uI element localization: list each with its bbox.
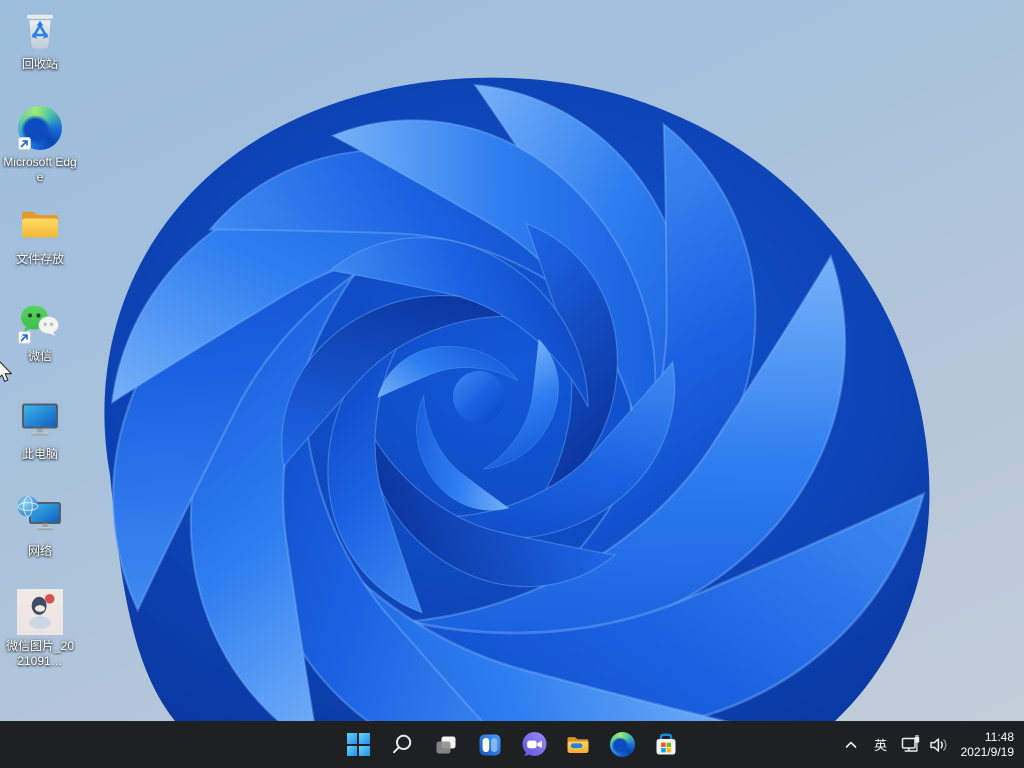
system-tray: 英 11:48 2021/9/19: [836, 721, 1024, 768]
widgets-button[interactable]: [468, 725, 512, 765]
network-icon: [16, 493, 64, 541]
recycle-bin-icon: [17, 7, 63, 53]
file-explorer-icon: [565, 732, 591, 758]
chat-button[interactable]: [512, 725, 556, 765]
icon-label-edge: Microsoft Edge: [3, 155, 77, 185]
desktop-icon-file-storage[interactable]: 文件存放: [1, 201, 79, 267]
ethernet-network-icon: [900, 734, 923, 756]
desktop-icon-network[interactable]: 网络: [1, 493, 79, 559]
image-thumbnail: [17, 589, 63, 635]
store-button[interactable]: [644, 725, 688, 765]
this-pc-icon: [16, 396, 64, 444]
windows-logo-icon: [347, 733, 370, 756]
chevron-up-icon: [843, 737, 859, 753]
taskbar-center-group: [336, 721, 688, 768]
edge-icon: [610, 732, 635, 757]
task-view-icon: [434, 733, 458, 757]
tray-overflow-button[interactable]: [836, 726, 866, 764]
clock-time: 11:48: [961, 730, 1014, 745]
search-button[interactable]: [380, 725, 424, 765]
ime-indicator[interactable]: 英: [866, 726, 896, 764]
icon-label-this-pc: 此电脑: [22, 447, 58, 462]
network-volume-button[interactable]: [896, 726, 955, 764]
shortcut-arrow-icon: [18, 331, 31, 344]
clock-date: 2021/9/19: [961, 745, 1014, 760]
start-button[interactable]: [336, 725, 380, 765]
icon-label-network: 网络: [28, 544, 52, 559]
edge-button[interactable]: [600, 725, 644, 765]
shortcut-arrow-icon: [18, 137, 31, 150]
taskbar: 英 11:48 2021/9/19: [0, 721, 1024, 768]
icon-label-wechat-image: 微信图片_2021091…: [3, 639, 77, 669]
clock[interactable]: 11:48 2021/9/19: [955, 726, 1024, 764]
store-icon: [653, 732, 679, 758]
desktop-wallpaper: 回收站 Microsoft Edge 文件存放: [0, 0, 1024, 768]
desktop-icon-microsoft-edge[interactable]: Microsoft Edge: [1, 104, 79, 185]
desktop-icon-wechat[interactable]: 微信: [1, 298, 79, 364]
folder-icon: [16, 201, 64, 249]
ime-language-label: 英: [866, 735, 896, 754]
widgets-icon: [478, 733, 502, 757]
icon-label-recycle-bin: 回收站: [22, 57, 58, 72]
icon-label-wechat: 微信: [28, 349, 52, 364]
chat-icon: [521, 731, 548, 758]
icon-label-file-storage: 文件存放: [16, 252, 64, 267]
desktop-icon-recycle-bin[interactable]: 回收站: [1, 6, 79, 72]
desktop-icon-wechat-image[interactable]: 微信图片_2021091…: [1, 588, 79, 669]
task-view-button[interactable]: [424, 725, 468, 765]
bloom-wallpaper-graphic: [0, 0, 1024, 768]
search-icon: [390, 733, 414, 757]
file-explorer-button[interactable]: [556, 725, 600, 765]
volume-icon: [928, 734, 951, 756]
desktop-icon-this-pc[interactable]: 此电脑: [1, 396, 79, 462]
